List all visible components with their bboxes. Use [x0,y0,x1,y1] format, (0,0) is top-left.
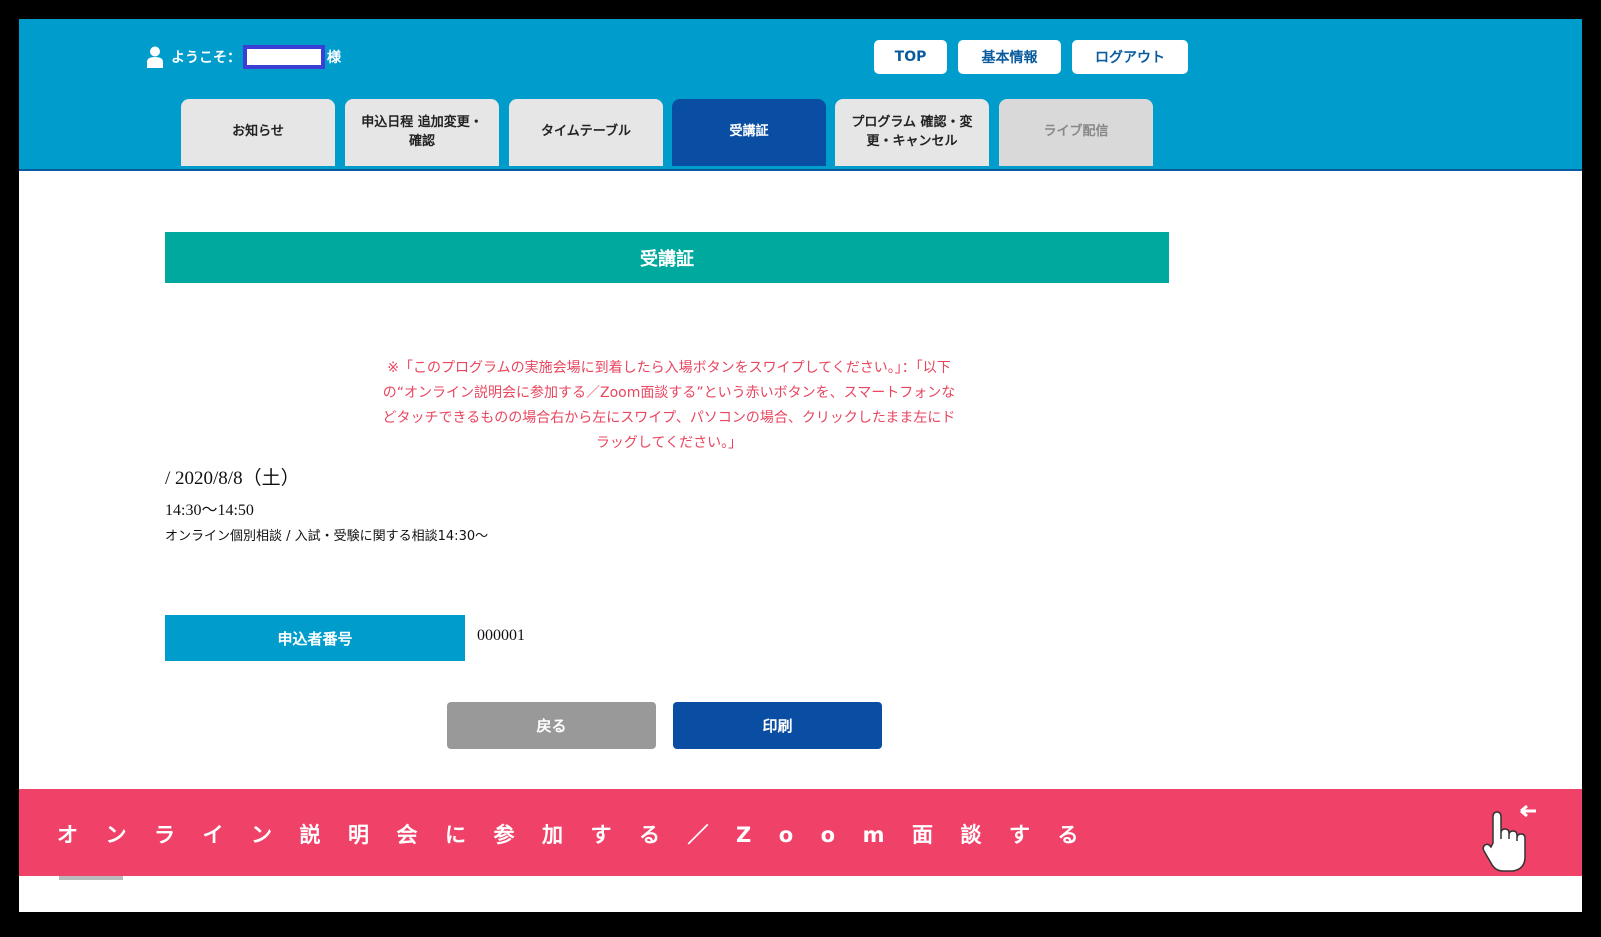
event-date: / 2020/8/8（土） [165,468,300,489]
swipe-hand-icon [1482,804,1536,872]
logout-button[interactable]: ログアウト [1072,40,1188,74]
user-icon [147,46,163,68]
swipe-notice: ※「このプログラムの実施会場に到着したら入場ボタンをスワイプしてください。」：「… [382,360,956,451]
page-title: 受講証 [165,232,1169,283]
print-button[interactable]: 印刷 [673,702,882,749]
app-window: ようこそ： 様 TOP 基本情報 ログアウト お知らせ 申込日程 追加変更・確認… [19,19,1582,912]
tab-timetable[interactable]: タイムテーブル [509,99,663,166]
tab-certificate[interactable]: 受講証 [672,99,826,166]
welcome-suffix: 様 [327,50,341,66]
bottom-strip [19,876,1582,912]
program-name: オンライン個別相談 / 入試・受験に関する相談14:30〜 [165,529,489,544]
welcome-message: ようこそ： 様 [147,45,341,69]
welcome-prefix: ようこそ： [171,50,241,66]
tab-live[interactable]: ライブ配信 [999,99,1153,166]
basic-info-button[interactable]: 基本情報 [958,40,1061,74]
swipe-join-label: オンライン説明会に参加する／Zoom面談する [57,823,1106,847]
header: ようこそ： 様 TOP 基本情報 ログアウト お知らせ 申込日程 追加変更・確認… [19,19,1582,171]
top-button[interactable]: TOP [874,40,947,74]
applicant-number-value: 000001 [477,627,525,644]
applicant-number-label: 申込者番号 [165,615,465,661]
back-button[interactable]: 戻る [447,702,656,749]
event-time: 14:30〜14:50 [165,502,254,519]
tab-schedule[interactable]: 申込日程 追加変更・確認 [345,99,499,166]
tab-program[interactable]: プログラム 確認・変更・キャンセル [835,99,989,166]
tab-news[interactable]: お知らせ [181,99,335,166]
swipe-join-button[interactable]: オンライン説明会に参加する／Zoom面談する [19,789,1582,876]
scroll-indicator [59,876,123,880]
redacted-username [243,45,325,69]
